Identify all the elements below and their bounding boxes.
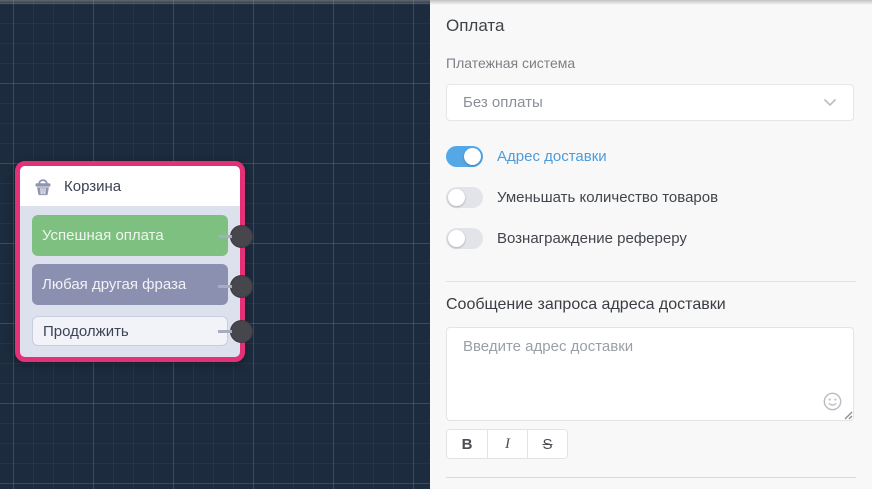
flow-canvas[interactable]: Корзина Успешная оплата Любая другая фра…: [0, 0, 430, 489]
section-divider: [446, 281, 856, 282]
referral-reward-toggle[interactable]: [446, 227, 483, 249]
chevron-down-icon: [823, 98, 837, 107]
connector-any-other-phrase[interactable]: [218, 275, 253, 298]
toggle-row-decrease-quantity: Уменьшать количество товаров: [446, 186, 854, 208]
payment-system-selected-value: Без оплаты: [463, 94, 543, 111]
toggle-knob: [464, 147, 481, 165]
delivery-message-field-wrap: [446, 327, 854, 421]
bold-button[interactable]: B: [447, 430, 487, 458]
smiley-icon[interactable]: [823, 392, 842, 411]
bot-flow-editor: Корзина Успешная оплата Любая другая фра…: [0, 0, 872, 489]
delivery-message-textarea[interactable]: [446, 327, 854, 421]
toggle-row-delivery-address: Адрес доставки: [446, 145, 854, 167]
cart-node-header[interactable]: Корзина: [20, 166, 240, 206]
bottom-divider: [446, 477, 856, 478]
text-format-toolbar: B I S: [446, 429, 568, 459]
settings-panel: Оплата Платежная система Без оплаты Адре…: [430, 0, 872, 489]
connector-success-payment[interactable]: [218, 225, 253, 248]
payment-system-label: Платежная система: [446, 55, 576, 71]
payment-system-select[interactable]: Без оплаты: [446, 84, 854, 121]
italic-button[interactable]: I: [487, 430, 527, 458]
delivery-address-label: Адрес доставки: [497, 147, 607, 165]
panel-title: Оплата: [446, 16, 505, 35]
strikethrough-button[interactable]: S: [527, 430, 567, 458]
referral-reward-label: Вознаграждение рефереру: [497, 229, 687, 247]
node-title: Корзина: [64, 177, 122, 195]
basket-icon: [33, 177, 53, 196]
resize-handle[interactable]: [842, 409, 853, 420]
toggle-row-referral-reward: Вознаграждение рефереру: [446, 227, 854, 249]
node-body: Успешная оплата Любая другая фраза Продо…: [20, 206, 240, 346]
output-continue[interactable]: Продолжить: [32, 316, 228, 346]
connector-continue[interactable]: [218, 320, 253, 343]
decrease-quantity-toggle[interactable]: [446, 186, 483, 208]
toggle-knob: [448, 229, 465, 247]
output-success-payment[interactable]: Успешная оплата: [32, 215, 228, 256]
delivery-message-heading: Сообщение запроса адреса доставки: [446, 296, 726, 313]
delivery-address-toggle[interactable]: [446, 145, 483, 167]
output-any-other-phrase[interactable]: Любая другая фраза: [32, 264, 228, 305]
cart-node[interactable]: Корзина Успешная оплата Любая другая фра…: [15, 161, 253, 362]
decrease-quantity-label: Уменьшать количество товаров: [497, 188, 719, 206]
toggle-knob: [448, 188, 465, 206]
